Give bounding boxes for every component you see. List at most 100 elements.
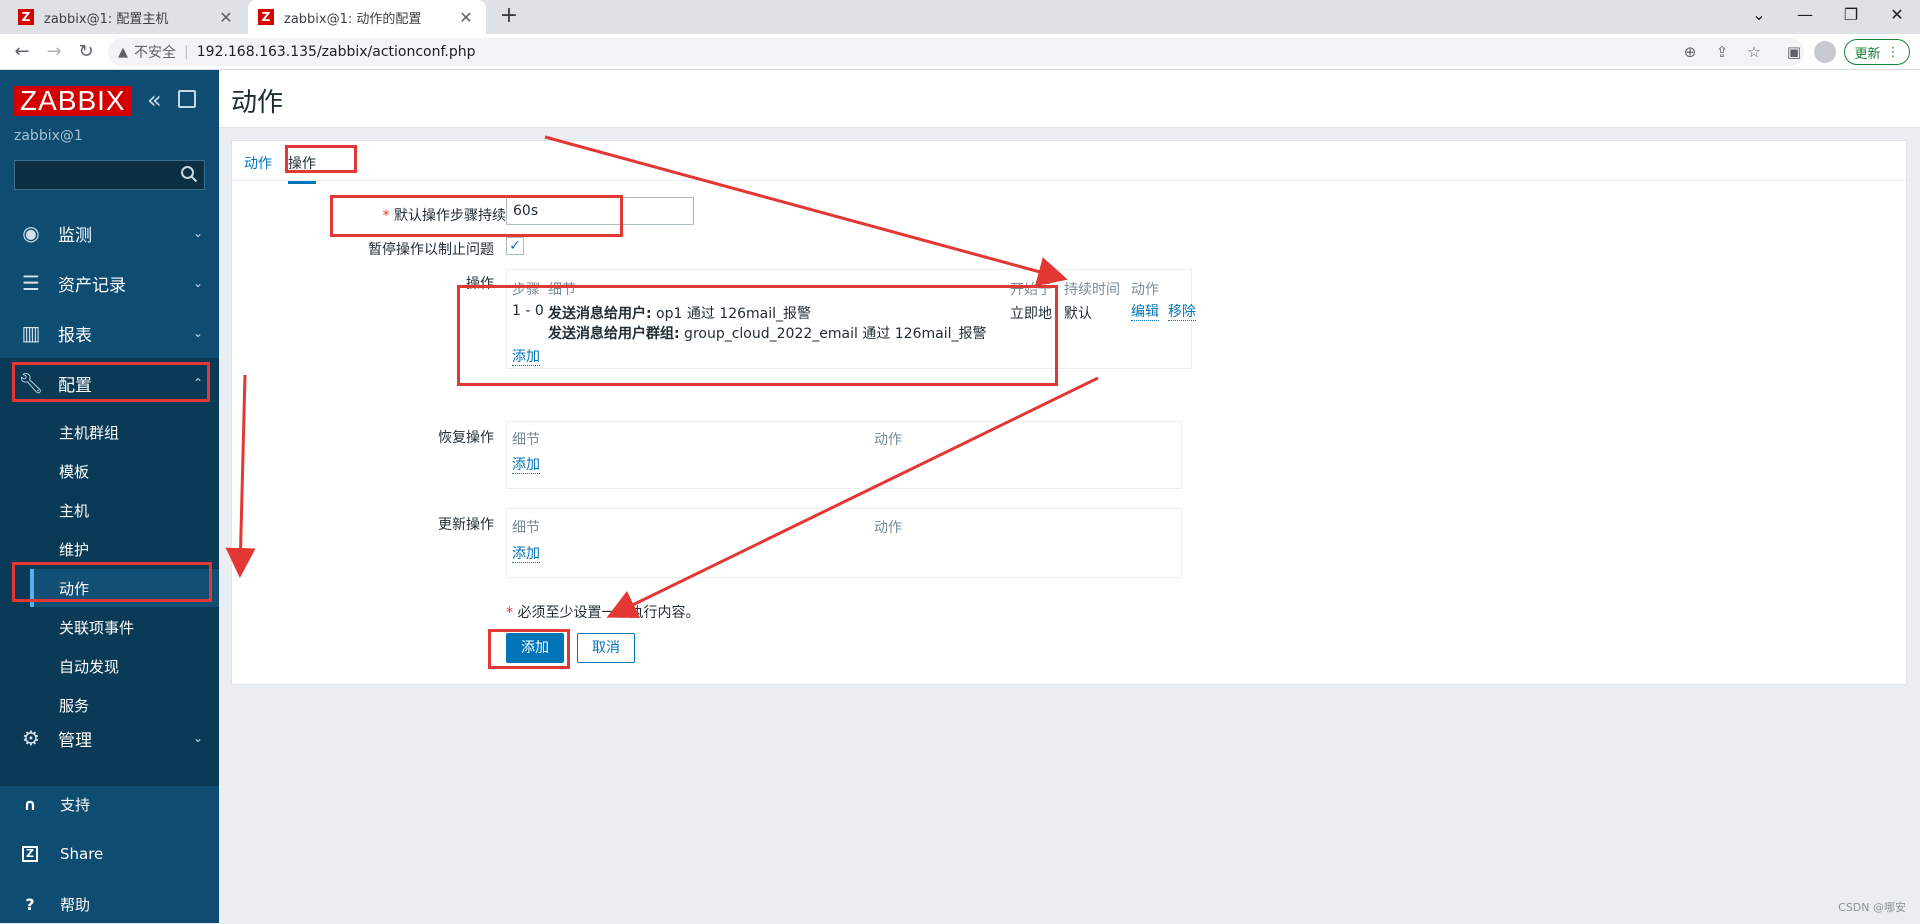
menu-configuration[interactable]: 🔧︎ 配置 ⌃ [0, 358, 219, 408]
update-ops-label: 更新操作 [362, 514, 494, 534]
browser-tab-1[interactable]: Z zabbix@1: 配置主机 ✕ [8, 0, 246, 34]
address-bar[interactable]: ▲ 不安全 | 192.168.163.135/zabbix/actioncon… [108, 38, 1804, 66]
col-details: 细节 [512, 429, 540, 449]
recovery-operations-table: 细节 动作 添加 [506, 421, 1182, 489]
page-header: 动作 [219, 70, 1920, 128]
chevron-down-icon: ⌄ [193, 276, 203, 290]
watermark: CSDN @哪安 [1838, 899, 1906, 915]
menu-help[interactable]: ? 帮助 [0, 884, 219, 924]
col-details: 细节 [512, 517, 540, 537]
col-action: 动作 [874, 517, 902, 537]
new-tab-icon[interactable]: + [496, 4, 522, 30]
col-step: 步骤 [512, 279, 540, 299]
add-operation-link[interactable]: 添加 [512, 349, 540, 366]
menu-label: Share [60, 845, 103, 863]
share-icon[interactable]: ⇪ [1712, 40, 1732, 64]
submenu-hosts[interactable]: 主机 [30, 491, 219, 529]
collapse-sidebar-icon[interactable]: « [147, 86, 162, 114]
sidebar-search-input[interactable] [14, 160, 205, 190]
more-menu-icon: ⋮ [1887, 45, 1900, 60]
search-icon[interactable] [180, 165, 198, 183]
col-details: 细节 [548, 279, 576, 299]
tab-action[interactable]: 动作 [244, 153, 272, 173]
tab-search-icon[interactable]: ⌄ [1736, 0, 1782, 34]
menu-monitoring[interactable]: ◉ 监测 ⌄ [0, 208, 219, 258]
update-button[interactable]: 更新 ⋮ [1844, 39, 1910, 65]
col-duration: 持续时间 [1064, 279, 1120, 299]
add-button[interactable]: 添加 [506, 633, 564, 663]
profile-avatar[interactable] [1814, 41, 1836, 63]
submenu-discovery[interactable]: 自动发现 [30, 647, 219, 685]
submenu-templates[interactable]: 模板 [30, 452, 219, 490]
col-action: 动作 [1131, 279, 1159, 299]
headset-icon: ∩ [18, 795, 42, 814]
op-step: 1 - 0 [512, 303, 544, 319]
restore-icon[interactable]: ❐ [1828, 0, 1874, 34]
add-update-link[interactable]: 添加 [512, 546, 540, 563]
submenu-maintenance[interactable]: 维护 [30, 530, 219, 568]
gear-icon: ⚙ [16, 726, 46, 750]
submenu-host-groups[interactable]: 主机群组 [30, 413, 219, 451]
menu-label: 管理 [58, 726, 193, 751]
remove-link[interactable]: 移除 [1168, 304, 1196, 321]
browser-toolbar: ← → ↻ ▲ 不安全 | 192.168.163.135/zabbix/act… [0, 34, 1920, 70]
eye-icon: ◉ [16, 221, 46, 245]
menu-inventory[interactable]: ☰ 资产记录 ⌄ [0, 258, 219, 308]
menu-reports[interactable]: ▥ 报表 ⌄ [0, 308, 219, 358]
menu-label: 配置 [58, 371, 193, 396]
op-detail-user: 发送消息给用户: op1 通过 126mail_报警 [548, 303, 811, 323]
menu-support[interactable]: ∩ 支持 [0, 784, 219, 824]
step-duration-input[interactable]: 60s [506, 197, 694, 225]
zoom-icon[interactable]: ⊕ [1680, 40, 1700, 64]
menu-label: 资产记录 [58, 271, 193, 296]
browser-tabstrip: Z zabbix@1: 配置主机 ✕ Z zabbix@1: 动作的配置 ✕ +… [0, 0, 1920, 34]
zabbix-logo[interactable]: ZABBIX [14, 86, 132, 116]
zabbix-favicon-icon: Z [258, 9, 274, 25]
operations-table: 步骤 细节 开始于 持续时间 动作 1 - 0 发送消息给用户: op1 通过 … [506, 269, 1192, 369]
close-icon[interactable]: ✕ [456, 8, 476, 27]
url-text: 192.168.163.135/zabbix/actionconf.php [197, 44, 476, 60]
reload-icon[interactable]: ↻ [74, 40, 98, 64]
warning-icon: ▲ [118, 45, 128, 60]
server-name: zabbix@1 [14, 128, 83, 144]
update-label: 更新 [1854, 43, 1880, 62]
sidebar: ZABBIX « zabbix@1 ◉ 监测 ⌄ ☰ 资产记录 ⌄ ▥ 报表 ⌄… [0, 70, 219, 923]
edit-link[interactable]: 编辑 [1131, 304, 1159, 321]
minimize-icon[interactable]: — [1782, 0, 1828, 34]
side-panel-icon[interactable]: ▣ [1784, 40, 1804, 64]
zabbix-favicon-icon: Z [18, 9, 34, 25]
forward-icon[interactable]: → [42, 40, 66, 64]
col-action: 动作 [874, 429, 902, 449]
submenu-event-correlation[interactable]: 关联项事件 [30, 608, 219, 646]
main-content: 动作 动作 操作 * 默认操作步骤持续时间 60s 暂停操作以制止问题 ✓ 操作… [219, 70, 1920, 923]
step-duration-label: * 默认操作步骤持续时间 [332, 205, 534, 225]
cancel-button[interactable]: 取消 [577, 633, 635, 663]
close-icon[interactable]: ✕ [216, 8, 236, 27]
tab-operations[interactable]: 操作 [288, 153, 316, 184]
op-start: 立即地 [1010, 303, 1052, 323]
form-panel: 动作 操作 * 默认操作步骤持续时间 60s 暂停操作以制止问题 ✓ 操作 步骤… [231, 140, 1907, 685]
menu-label: 帮助 [60, 894, 90, 915]
back-icon[interactable]: ← [10, 40, 34, 64]
op-duration: 默认 [1064, 303, 1092, 323]
op-detail-group: 发送消息给用户群组: group_cloud_2022_email 通过 126… [548, 323, 987, 343]
menu-administration[interactable]: ⚙ 管理 ⌄ [0, 714, 219, 762]
pause-label: 暂停操作以制止问题 [312, 239, 494, 259]
pause-checkbox[interactable]: ✓ [506, 237, 524, 255]
bookmark-star-icon[interactable]: ☆ [1744, 40, 1764, 64]
chevron-down-icon: ⌄ [193, 226, 203, 240]
add-recovery-link[interactable]: 添加 [512, 457, 540, 474]
menu-label: 支持 [60, 794, 90, 815]
submenu-actions[interactable]: 动作 [30, 569, 219, 607]
window-close-icon[interactable]: ✕ [1874, 0, 1920, 34]
insecure-label: 不安全 [134, 42, 176, 62]
browser-tab-title: zabbix@1: 动作的配置 [284, 8, 456, 27]
menu-label: 报表 [58, 321, 193, 346]
menu-share[interactable]: Z Share [0, 834, 219, 874]
update-operations-table: 细节 动作 添加 [506, 508, 1182, 578]
kiosk-mode-icon[interactable] [178, 90, 196, 108]
list-icon: ☰ [16, 271, 46, 295]
chevron-down-icon: ⌄ [193, 326, 203, 340]
browser-tab-title: zabbix@1: 配置主机 [44, 8, 216, 27]
browser-tab-2[interactable]: Z zabbix@1: 动作的配置 ✕ [248, 0, 486, 34]
